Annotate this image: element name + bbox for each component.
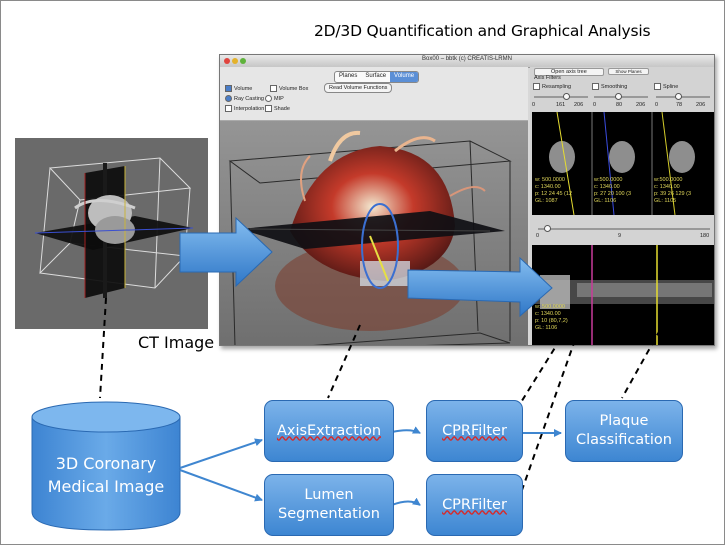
tab-show-planes[interactable]: Show Planes	[608, 68, 649, 75]
cross-section-render	[532, 112, 714, 215]
shade-checkbox[interactable]: Shade	[265, 105, 290, 112]
position-slider[interactable]	[538, 228, 710, 230]
resampling-value: 161	[556, 102, 566, 108]
axis-extraction-label: AxisExtraction	[276, 422, 382, 439]
smoothing-value: 80	[616, 102, 623, 108]
position-min: 0	[536, 233, 540, 239]
checkbox-icon	[592, 83, 599, 90]
diagram-title: 2D/3D Quantification and Graphical Analy…	[314, 22, 651, 40]
cpr-center: c: 1340.00	[535, 311, 561, 317]
source-label-line1: 3D Coronary	[55, 454, 157, 473]
smoothing-checkbox[interactable]: Smoothing	[592, 83, 627, 90]
ct-image-thumbnail	[15, 138, 208, 329]
resampling-slider[interactable]	[534, 96, 588, 98]
slice3-center: c: 1340.00	[654, 184, 680, 190]
axis-panel: Open axis tree Show Planes Axis Filters …	[530, 67, 714, 345]
heart-volume-render	[228, 130, 512, 345]
position-slider-knob[interactable]	[544, 225, 551, 232]
source-label-line2: Medical Image	[47, 477, 165, 496]
ray-casting-label: Ray Casting	[234, 95, 264, 102]
tab-volume[interactable]: Volume	[390, 72, 419, 82]
slice2-window: w:500.0000	[594, 177, 623, 183]
slice3-window: w:500.0000	[654, 177, 683, 183]
checkbox-checked-icon	[225, 85, 232, 92]
lumen-segmentation-box[interactable]: Lumen Segmentation	[264, 474, 394, 536]
window-title: Box00 – bbtk (c) CREATIS-LRMN	[422, 56, 512, 62]
checkbox-icon	[270, 85, 277, 92]
checkbox-icon	[265, 105, 272, 112]
slice1-center: c: 1340.00	[535, 184, 561, 190]
resampling-slider-knob[interactable]	[563, 93, 570, 100]
volume-box-label: Volume Box	[279, 85, 309, 92]
resampling-max: 206	[574, 102, 584, 108]
spline-checkbox[interactable]: Spline	[654, 83, 678, 90]
plaque-classification-box[interactable]: Plaque Classification	[565, 400, 683, 462]
tab-surface[interactable]: Surface	[361, 72, 390, 82]
cpr-window: w: 500.0000	[535, 304, 565, 310]
axis-extraction-box[interactable]: AxisExtraction	[264, 400, 394, 462]
cpr-render	[532, 245, 714, 345]
interpolation-label: Interpolation	[234, 105, 265, 112]
cpr-filter-top-label: CPRFilter	[442, 422, 507, 439]
resampling-label: Resampling	[542, 83, 572, 90]
ray-casting-radio[interactable]: Ray Casting	[225, 95, 264, 102]
cpr-filter-bottom-box[interactable]: CPRFilter	[426, 474, 523, 536]
source-database-label: 3D Coronary Medical Image	[34, 452, 178, 498]
checkbox-icon	[533, 83, 540, 90]
position-max: 180	[700, 233, 710, 239]
slice1-window: w: 500.0000	[535, 177, 565, 183]
mip-label: MIP	[274, 95, 284, 102]
read-volume-functions-button[interactable]: Read Volume Functions	[324, 83, 393, 93]
cpr-filter-bottom-label: CPRFilter	[442, 496, 507, 513]
radio-icon	[265, 95, 272, 102]
spline-min: 0	[655, 102, 659, 108]
plaque-label-line1: Plaque	[599, 413, 649, 429]
lumen-label-line1: Lumen	[304, 487, 354, 503]
spline-slider[interactable]	[656, 96, 710, 98]
mip-radio[interactable]: MIP	[265, 95, 284, 102]
volume-box-checkbox[interactable]: Volume Box	[270, 85, 308, 92]
cpr-gray-level: GL: 1106	[535, 325, 558, 331]
diagram-canvas: 2D/3D Quantification and Graphical Analy…	[0, 0, 727, 547]
resampling-min: 0	[532, 102, 536, 108]
volume-controls: Planes Surface Volume Volume Volume Box …	[220, 67, 528, 121]
slice3-gray-level: GL: 1105	[654, 198, 677, 204]
lumen-label-line2: Segmentation	[278, 506, 380, 522]
cpr-filter-top-box[interactable]: CPRFilter	[426, 400, 523, 462]
spline-max: 206	[696, 102, 706, 108]
smoothing-max: 206	[636, 102, 646, 108]
checkbox-icon	[225, 105, 232, 112]
smoothing-min: 0	[593, 102, 597, 108]
resampling-checkbox[interactable]: Resampling	[533, 83, 571, 90]
slice1-gray-level: GL: 1087	[535, 198, 558, 204]
view-tabs: Planes Surface Volume	[334, 71, 420, 83]
interpolation-checkbox[interactable]: Interpolation	[225, 105, 264, 112]
slice2-gray-level: GL: 1106	[594, 198, 617, 204]
smoothing-label: Smoothing	[601, 83, 628, 90]
slice2-position: p: 27 20 100 (3	[594, 191, 632, 197]
spline-label: Spline	[663, 83, 679, 90]
spline-value: 78	[676, 102, 683, 108]
radio-selected-icon	[225, 95, 232, 102]
slice3-position: p: 39 26 129 (3	[654, 191, 692, 197]
position-value: 9	[618, 233, 622, 239]
volume-checkbox[interactable]: Volume	[225, 85, 252, 92]
cpr-view: w: 500.0000 c: 1340.00 p: 10 (80,7,2) GL…	[532, 245, 714, 345]
plaque-label-line2: Classification	[576, 432, 672, 448]
slice1-position: p: 12 24 45 (12	[535, 191, 573, 197]
checkbox-icon	[654, 83, 661, 90]
ct-image-label: CT Image	[138, 333, 215, 352]
volume-label: Volume	[234, 85, 253, 92]
spline-slider-knob[interactable]	[675, 93, 682, 100]
tab-planes[interactable]: Planes	[335, 72, 361, 82]
app-window: Box00 – bbtk (c) CREATIS-LRMN Planes Sur…	[219, 54, 715, 346]
shade-label: Shade	[274, 105, 290, 112]
smoothing-slider-knob[interactable]	[615, 93, 622, 100]
cross-section-views: w: 500.0000 c: 1340.00 p: 12 24 45 (12 G…	[532, 112, 714, 215]
volume-render-view[interactable]	[220, 121, 528, 345]
slice2-center: c: 1340.00	[594, 184, 620, 190]
cpr-position: p: 10 (80,7,2)	[535, 318, 568, 324]
ct-volume-render	[15, 138, 208, 329]
axis-filters-label: Axis Filters	[534, 75, 561, 81]
